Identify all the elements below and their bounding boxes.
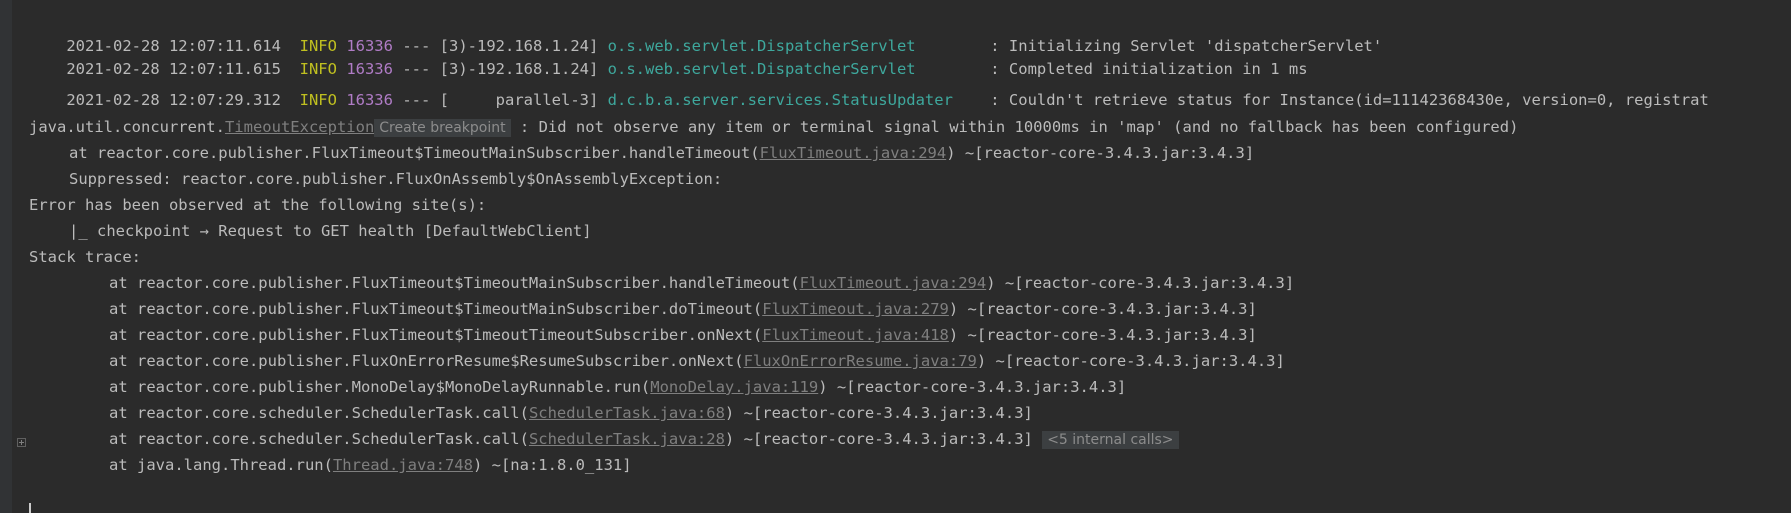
create-breakpoint-button[interactable]: Create breakpoint <box>374 119 511 137</box>
log-logger: d.c.b.a.server.services.StatusUpdater <box>607 91 953 109</box>
frame-method: at reactor.core.publisher.FluxOnErrorRes… <box>109 352 744 370</box>
stack-frame: at reactor.core.scheduler.SchedulerTask.… <box>109 400 1033 426</box>
error-observed-line: Error has been observed at the following… <box>29 196 487 214</box>
frame-method: at reactor.core.publisher.FluxTimeout$Ti… <box>69 144 760 162</box>
stack-frame: at reactor.core.publisher.MonoDelay$Mono… <box>109 374 1126 400</box>
log-pid: 16336 <box>346 91 393 109</box>
internal-calls-fold[interactable]: <5 internal calls> <box>1042 431 1179 449</box>
log-separator: --- <box>402 91 431 109</box>
frame-jar: ) ~[reactor-core-3.4.3.jar:3.4.3] <box>724 430 1033 448</box>
frame-method: at java.lang.Thread.run( <box>109 456 333 474</box>
expand-fold-icon[interactable] <box>17 438 26 447</box>
source-link[interactable]: FluxTimeout.java:418 <box>762 326 949 344</box>
frame-jar: ) ~[reactor-core-3.4.3.jar:3.4.3] <box>986 274 1295 292</box>
frame-jar: ) ~[reactor-core-3.4.3.jar:3.4.3] <box>948 300 1257 318</box>
stack-frame: at reactor.core.publisher.FluxTimeout$Ti… <box>109 322 1257 348</box>
checkpoint-line: |_ checkpoint → Request to GET health [D… <box>69 222 592 240</box>
frame-jar: ) ~[reactor-core-3.4.3.jar:3.4.3] <box>976 352 1285 370</box>
log-timestamp: 2021-02-28 12:07:29.312 <box>66 91 281 109</box>
source-link[interactable]: SchedulerTask.java:68 <box>529 404 725 422</box>
log-line: 2021-02-28 12:07:29.312 INFO 16336 --- [… <box>29 61 1709 109</box>
frame-method: at reactor.core.publisher.MonoDelay$Mono… <box>109 378 651 396</box>
stack-frame: at reactor.core.publisher.FluxTimeout$Ti… <box>109 270 1294 296</box>
frame-method: at reactor.core.publisher.FluxTimeout$Ti… <box>109 300 763 318</box>
exception-package: java.util.concurrent. <box>29 118 225 136</box>
source-link[interactable]: Thread.java:748 <box>333 456 473 474</box>
frame-method: at reactor.core.scheduler.SchedulerTask.… <box>109 404 529 422</box>
frame-method: at reactor.core.publisher.FluxTimeout$Ti… <box>109 274 800 292</box>
source-link[interactable]: FluxOnErrorResume.java:79 <box>744 352 977 370</box>
stack-frame: at java.lang.Thread.run(Thread.java:748)… <box>109 452 632 478</box>
suppressed-line: Suppressed: reactor.core.publisher.FluxO… <box>69 170 723 188</box>
stack-trace-label: Stack trace: <box>29 248 141 266</box>
stack-frame: at reactor.core.publisher.FluxOnErrorRes… <box>109 348 1285 374</box>
log-thread: [ parallel-3] <box>439 91 599 109</box>
exception-class-link[interactable]: TimeoutException <box>225 118 374 136</box>
frame-jar: ) ~[reactor-core-3.4.3.jar:3.4.3] <box>948 326 1257 344</box>
console-output[interactable]: 2021-02-28 12:07:11.614 INFO 16336 --- [… <box>0 0 1791 513</box>
log-line: 2021-02-28 12:07:11.615 INFO 16336 --- [… <box>29 30 1307 78</box>
stack-frame: at reactor.core.scheduler.SchedulerTask.… <box>109 426 1179 452</box>
text-cursor <box>29 503 31 513</box>
frame-jar: ) ~[reactor-core-3.4.3.jar:3.4.3] <box>818 378 1127 396</box>
stack-frame: at reactor.core.publisher.FluxTimeout$Ti… <box>109 296 1257 322</box>
frame-method: at reactor.core.publisher.FluxTimeout$Ti… <box>109 326 763 344</box>
source-link[interactable]: FluxTimeout.java:294 <box>760 144 947 162</box>
source-link[interactable]: MonoDelay.java:119 <box>650 378 818 396</box>
frame-jar: ) ~[na:1.8.0_131] <box>472 456 632 474</box>
log-level: INFO <box>299 91 337 109</box>
exception-line: java.util.concurrent.TimeoutException Cre… <box>29 114 1518 140</box>
frame-jar: ) ~[reactor-core-3.4.3.jar:3.4.3] <box>946 144 1255 162</box>
frame-method: at reactor.core.scheduler.SchedulerTask.… <box>109 430 529 448</box>
log-message: : Couldn't retrieve status for Instance(… <box>990 91 1709 109</box>
exception-message: : Did not observe any item or terminal s… <box>510 118 1519 136</box>
stack-frame: at reactor.core.publisher.FluxTimeout$Ti… <box>69 140 1254 166</box>
source-link[interactable]: FluxTimeout.java:294 <box>800 274 987 292</box>
source-link[interactable]: FluxTimeout.java:279 <box>762 300 949 318</box>
frame-jar: ) ~[reactor-core-3.4.3.jar:3.4.3] <box>724 404 1033 422</box>
source-link[interactable]: SchedulerTask.java:28 <box>529 430 725 448</box>
